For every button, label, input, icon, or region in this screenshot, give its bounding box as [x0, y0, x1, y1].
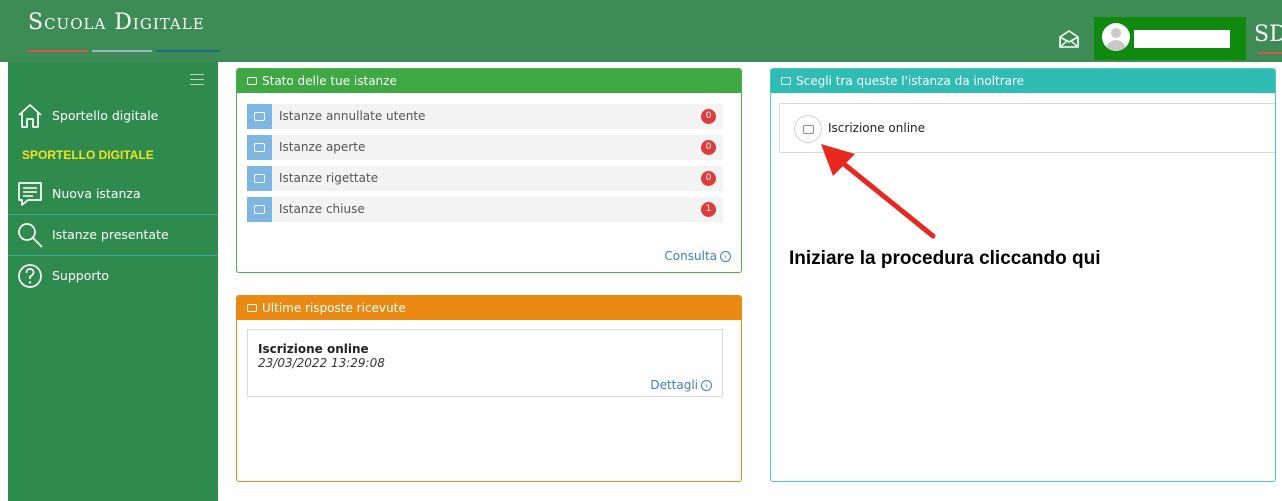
risposta-item: Iscrizione online 23/03/2022 13:29:08 De… — [247, 329, 723, 397]
sidebar-item-supporto[interactable]: Supporto — [8, 256, 218, 296]
iscrizione-online-label: Iscrizione online — [828, 121, 926, 135]
stato-row[interactable]: Istanze aperte 0 — [247, 135, 723, 160]
question-circle-icon — [18, 264, 42, 288]
user-menu[interactable] — [1094, 17, 1246, 60]
logo-underline-grey — [92, 50, 152, 52]
user-name-redacted — [1134, 30, 1230, 48]
arrow-right-circle-icon: › — [701, 380, 712, 391]
count-badge: 0 — [701, 140, 716, 155]
count-badge: 1 — [701, 202, 716, 217]
risposta-title: Iscrizione online — [258, 342, 369, 356]
chat-icon — [247, 77, 257, 85]
stato-row-label: Istanze annullate utente — [279, 109, 426, 123]
sidebar-item-nuova-istanza[interactable]: Nuova istanza — [8, 174, 218, 214]
stato-istanze-card: Stato delle tue istanze Istanze annullat… — [236, 68, 742, 273]
dettagli-label: Dettagli — [650, 378, 698, 392]
sidebar-item-label: Sportello digitale — [52, 108, 159, 123]
sd-underline — [1258, 52, 1282, 54]
user-avatar-icon — [1102, 23, 1130, 51]
stato-row[interactable]: Istanze rigettate 0 — [247, 166, 723, 191]
risposta-date: 23/03/2022 13:29:08 — [258, 356, 385, 370]
sidebar: Sportello digitale SPORTELLO DIGITALE Nu… — [8, 62, 218, 501]
logo-underline-red — [28, 50, 88, 52]
stato-row[interactable]: Istanze annullate utente 0 — [247, 104, 723, 129]
scegli-card-title: Scegli tra queste l'istanza da inoltrare — [796, 74, 1025, 88]
scuola-digitale-logo[interactable]: Scuola Digitale — [28, 8, 228, 56]
chat-icon — [247, 135, 272, 160]
sidebar-item-label: Supporto — [52, 268, 110, 283]
arrow-right-circle-icon: › — [720, 251, 731, 262]
sidebar-item-istanze-presentate[interactable]: Istanze presentate — [8, 215, 218, 255]
search-icon — [18, 223, 43, 248]
chat-icon — [781, 77, 791, 85]
document-list-icon — [18, 182, 42, 206]
ultime-card-header: Ultime risposte ricevute — [237, 296, 741, 320]
count-badge: 0 — [701, 109, 716, 124]
sd-logo-mark: SD — [1254, 22, 1282, 47]
count-badge: 0 — [701, 171, 716, 186]
home-icon — [18, 104, 42, 128]
sidebar-item-sportello-digitale[interactable]: Sportello digitale — [8, 96, 218, 136]
ultime-card-title: Ultime risposte ricevute — [262, 301, 406, 315]
envelope-open-icon[interactable] — [1058, 30, 1080, 48]
stato-row-label: Istanze chiuse — [279, 202, 365, 216]
logo-text: Scuola Digitale — [28, 10, 205, 35]
chat-icon — [247, 166, 272, 191]
chat-icon — [247, 104, 272, 129]
stato-row-label: Istanze aperte — [279, 140, 366, 154]
top-bar: Scuola Digitale SD — [0, 0, 1282, 62]
annotation-text: Iniziare la procedura cliccando qui — [789, 248, 1101, 269]
stato-card-title: Stato delle tue istanze — [262, 74, 397, 88]
red-arrow-annotation — [821, 144, 936, 239]
stato-card-header: Stato delle tue istanze — [237, 69, 741, 93]
logo-underline-blue — [156, 50, 220, 52]
stato-row-label: Istanze rigettate — [279, 171, 379, 185]
chat-icon — [247, 304, 257, 312]
scegli-card-header: Scegli tra queste l'istanza da inoltrare — [771, 69, 1275, 93]
scegli-istanza-card: Scegli tra queste l'istanza da inoltrare… — [770, 68, 1276, 482]
chat-icon — [247, 197, 272, 222]
stato-row[interactable]: Istanze chiuse 1 — [247, 197, 723, 222]
sidebar-section-title: SPORTELLO DIGITALE — [22, 148, 154, 162]
dettagli-link[interactable]: Dettagli › — [650, 378, 712, 392]
consulta-label: Consulta — [664, 249, 717, 263]
consulta-link[interactable]: Consulta › — [664, 249, 731, 263]
ultime-risposte-card: Ultime risposte ricevute Iscrizione onli… — [236, 295, 742, 482]
sidebar-item-label: Nuova istanza — [52, 186, 141, 201]
sidebar-item-label: Istanze presentate — [52, 227, 169, 242]
hamburger-menu-icon[interactable] — [190, 74, 204, 85]
